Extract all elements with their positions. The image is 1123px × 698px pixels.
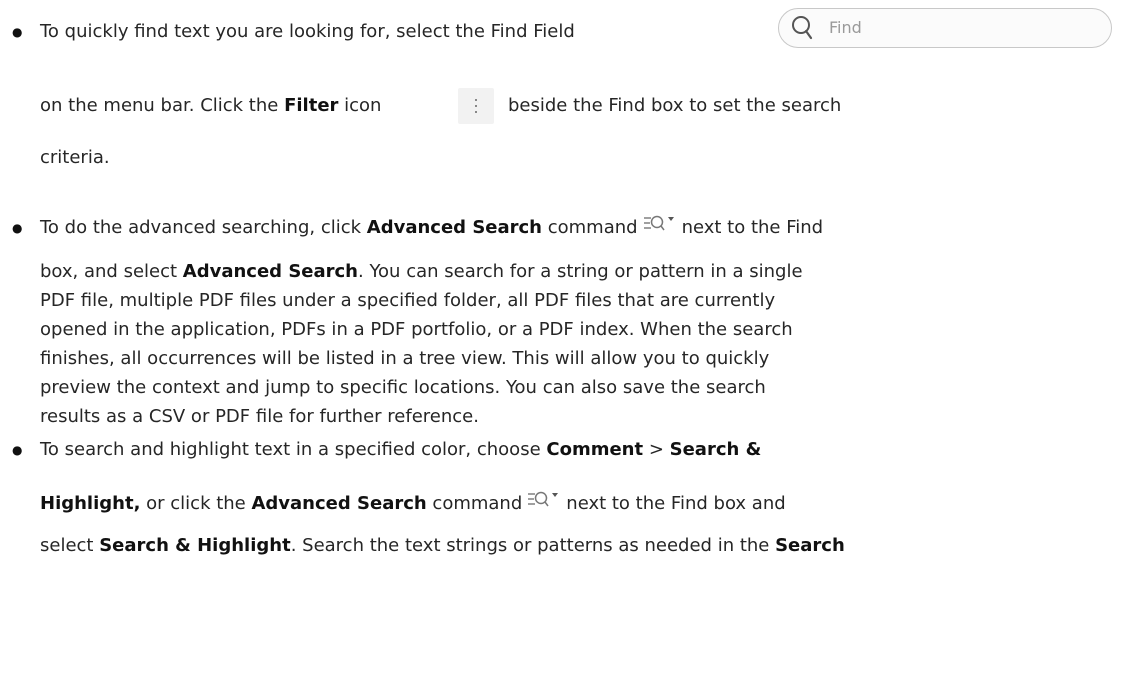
advanced-search-label: Advanced Search	[251, 493, 427, 514]
text: or click the	[140, 493, 252, 514]
find-field[interactable]: Find	[778, 8, 1112, 48]
paragraph-line: box, and select Advanced Search. You can…	[40, 258, 803, 286]
text: preview the context and jump to specific…	[40, 377, 766, 398]
search-icon	[792, 16, 813, 40]
search-label: Search	[775, 535, 845, 556]
bullet-marker: ●	[12, 443, 23, 457]
highlight-label: Highlight,	[40, 493, 141, 514]
paragraph-line: criteria.	[40, 142, 110, 174]
search-highlight-label: Search &	[669, 439, 762, 460]
paragraph-line: on the menu bar. Click the Filter icon	[40, 90, 381, 122]
text: on the menu bar. Click the	[40, 95, 285, 116]
text: To do the advanced searching, click	[40, 217, 367, 238]
more-vertical-icon[interactable]	[458, 88, 494, 124]
text: criteria.	[40, 147, 110, 168]
text: results as a CSV or PDF file for further…	[40, 406, 479, 427]
find-placeholder: Find	[829, 18, 862, 37]
paragraph-line: results as a CSV or PDF file for further…	[40, 403, 479, 431]
paragraph-line: finishes, all occurrences will be listed…	[40, 345, 769, 373]
text: command	[542, 217, 638, 238]
text: beside the Find box to set the search	[508, 95, 842, 116]
text: To quickly find text you are looking for…	[40, 21, 575, 42]
advanced-search-label: Advanced Search	[182, 261, 358, 282]
text: opened in the application, PDFs in a PDF…	[40, 319, 793, 340]
text: finishes, all occurrences will be listed…	[40, 348, 770, 369]
bullet-marker: ●	[12, 25, 23, 39]
text: . Search the text strings or patterns as…	[290, 535, 776, 556]
bullet-marker: ●	[12, 221, 23, 235]
paragraph-line: PDF file, multiple PDF files under a spe…	[40, 287, 775, 315]
comment-label: Comment	[546, 439, 644, 460]
advanced-search-label: Advanced Search	[366, 217, 542, 238]
paragraph-line: To do the advanced searching, click Adva…	[40, 212, 823, 244]
text: icon	[338, 95, 382, 116]
text: . You can search for a string or pattern…	[358, 261, 803, 282]
paragraph-line: Highlight, or click the Advanced Search …	[40, 488, 786, 520]
filter-label: Filter	[284, 95, 339, 116]
paragraph-line: To search and highlight text in a specif…	[40, 434, 761, 466]
advanced-search-icon[interactable]	[642, 214, 678, 236]
text: To search and highlight text in a specif…	[40, 439, 547, 460]
text: box, and select	[40, 261, 183, 282]
paragraph-line: select Search & Highlight. Search the te…	[40, 530, 845, 562]
paragraph-line: opened in the application, PDFs in a PDF…	[40, 316, 793, 344]
text: PDF file, multiple PDF files under a spe…	[40, 290, 776, 311]
text: >	[643, 439, 670, 460]
search-highlight-label: Search & Highlight	[99, 535, 291, 556]
paragraph-line: beside the Find box to set the search	[508, 90, 841, 122]
paragraph-line: To quickly find text you are looking for…	[40, 16, 575, 48]
text: command	[426, 493, 523, 514]
text: next to the Find	[681, 217, 824, 238]
advanced-search-icon[interactable]	[526, 490, 562, 512]
text: select	[40, 535, 100, 556]
text: next to the Find box and	[566, 493, 786, 514]
paragraph-line: preview the context and jump to specific…	[40, 374, 766, 402]
